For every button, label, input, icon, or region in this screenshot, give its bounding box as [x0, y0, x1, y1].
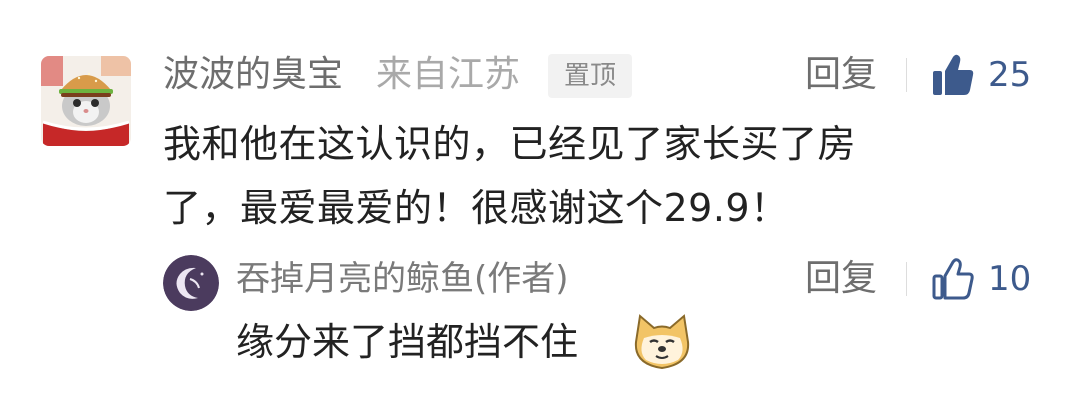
- reply-button[interactable]: 回复: [805, 256, 877, 302]
- like-count: 10: [988, 259, 1032, 299]
- thumbs-up-outline-icon[interactable]: [930, 256, 976, 302]
- like-count: 25: [988, 55, 1032, 95]
- comment-text-line: 了，最爱最爱的！很感谢这个29.9！: [163, 186, 789, 230]
- reply-avatar[interactable]: [163, 255, 219, 311]
- cat-avatar-icon: [41, 56, 131, 146]
- divider: [906, 58, 907, 92]
- avatar[interactable]: [41, 56, 131, 146]
- pinned-badge: 置顶: [548, 54, 632, 98]
- divider: [906, 262, 907, 296]
- reply-button[interactable]: 回复: [805, 52, 877, 98]
- thumbs-up-filled-icon[interactable]: [930, 52, 976, 98]
- comment-text-line: 我和他在这认识的，已经见了家长买了房: [163, 122, 857, 166]
- comment-username[interactable]: 波波的臭宝: [163, 52, 343, 98]
- doge-emoji-icon: [634, 314, 690, 370]
- reply-username[interactable]: 吞掉月亮的鲸鱼(作者): [236, 256, 569, 302]
- moon-avatar-icon: [163, 255, 219, 311]
- reply-text: 缘分来了挡都挡不住: [236, 320, 579, 364]
- comment-location: 来自江苏: [376, 54, 521, 95]
- comment-text: 我和他在这认识的，已经见了家长买了房 了，最爱最爱的！很感谢这个29.9！: [163, 112, 983, 240]
